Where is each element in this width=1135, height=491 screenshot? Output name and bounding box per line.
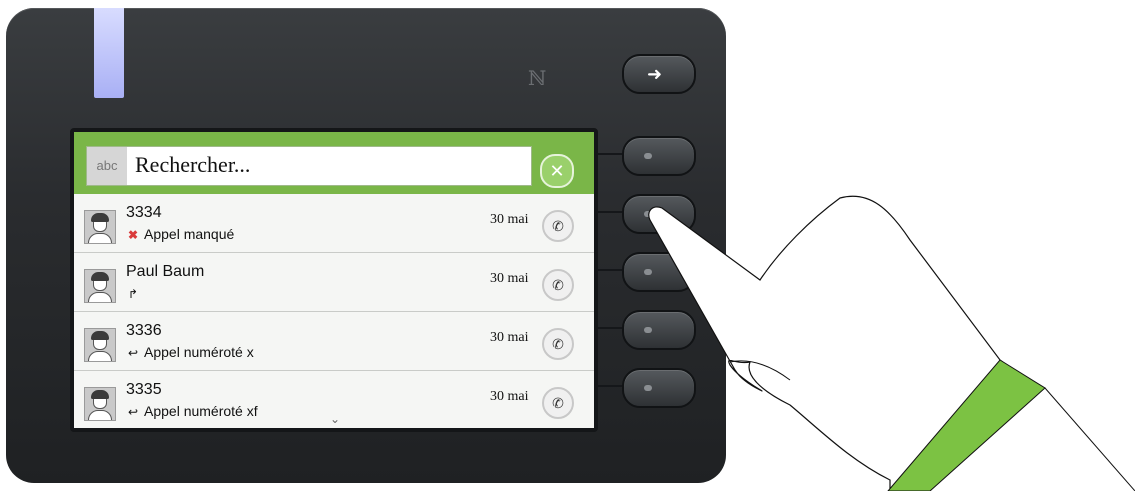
entry-detail: Appel numéroté x <box>144 344 254 360</box>
avatar <box>84 328 116 362</box>
entry-name: 3335 <box>126 381 162 398</box>
phone-icon: ✆ <box>552 218 564 234</box>
entry-name: Paul Baum <box>126 263 205 280</box>
entry-name: 3336 <box>126 322 162 339</box>
outgoing-call-icon: ↩ <box>127 346 139 360</box>
scroll-down-icon[interactable]: ⌄ <box>330 412 340 426</box>
avatar <box>84 387 116 421</box>
call-button[interactable]: ✆ <box>542 269 574 301</box>
phone-icon: ✆ <box>552 395 564 411</box>
missed-call-icon: ✖ <box>127 228 139 242</box>
call-button[interactable]: ✆ <box>542 387 574 419</box>
entry-name: 3334 <box>126 204 162 221</box>
entry-date: 30 mai <box>490 212 529 227</box>
display-screen: abc Rechercher... ✕ 3334 ✖ Appel manqué 3… <box>70 128 598 432</box>
pointing-hand-icon <box>648 195 1135 491</box>
phone-body: ℕ ➜ abc Rechercher... ✕ 3334 ✖ Appel manq… <box>6 8 726 483</box>
entry-date: 30 mai <box>490 330 529 345</box>
list-item[interactable]: 3334 ✖ Appel manqué 30 mai ✆ <box>74 194 594 253</box>
entry-date: 30 mai <box>490 389 529 404</box>
call-list: 3334 ✖ Appel manqué 30 mai ✆ Paul Baum ↱ … <box>74 194 594 428</box>
status-led <box>94 8 124 98</box>
avatar <box>84 269 116 303</box>
list-item[interactable]: Paul Baum ↱ 30 mai ✆ <box>74 253 594 312</box>
entry-date: 30 mai <box>490 271 529 286</box>
list-item[interactable]: 3336 ↩ Appel numéroté x 30 mai ✆ <box>74 312 594 371</box>
nfc-icon: ℕ <box>528 66 547 90</box>
search-text: Rechercher... <box>135 152 251 177</box>
forward-icon: ↱ <box>127 287 139 301</box>
exit-key[interactable]: ➜ <box>622 54 696 94</box>
exit-arrow-icon: ➜ <box>647 64 663 84</box>
clear-search-button[interactable]: ✕ <box>540 154 574 188</box>
entry-detail: Appel numéroté xf <box>144 403 258 419</box>
search-bar: abc Rechercher... ✕ <box>74 132 594 194</box>
search-input[interactable]: abc Rechercher... <box>86 146 532 186</box>
outgoing-call-icon: ↩ <box>127 405 139 419</box>
entry-detail: Appel manqué <box>144 226 235 242</box>
softkey-1[interactable] <box>622 136 696 176</box>
call-button[interactable]: ✆ <box>542 328 574 360</box>
avatar <box>84 210 116 244</box>
call-button[interactable]: ✆ <box>542 210 574 242</box>
input-mode-label: abc <box>87 147 127 185</box>
phone-icon: ✆ <box>552 336 564 352</box>
phone-icon: ✆ <box>552 277 564 293</box>
